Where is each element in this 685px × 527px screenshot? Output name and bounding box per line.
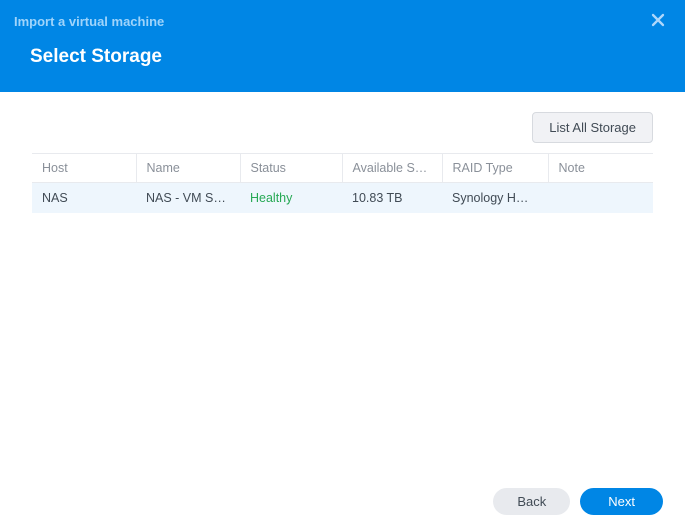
cell-status: Healthy: [240, 183, 342, 214]
cell-available: 10.83 TB: [342, 183, 442, 214]
cell-note: [548, 183, 653, 214]
table-header-row: Host Name Status Available S… RAID Type …: [32, 154, 653, 183]
dialog-header: Import a virtual machine Select Storage: [0, 0, 685, 92]
header-top-bar: Import a virtual machine: [0, 0, 685, 32]
col-header-available[interactable]: Available S…: [342, 154, 442, 183]
col-header-host[interactable]: Host: [32, 154, 136, 183]
cell-host: NAS: [32, 183, 136, 214]
col-header-status[interactable]: Status: [240, 154, 342, 183]
close-icon[interactable]: [647, 10, 669, 32]
back-button[interactable]: Back: [493, 488, 570, 515]
next-button[interactable]: Next: [580, 488, 663, 515]
dialog-title: Import a virtual machine: [14, 14, 164, 29]
list-all-storage-button[interactable]: List All Storage: [532, 112, 653, 143]
toolbar: List All Storage: [32, 112, 653, 143]
table-row[interactable]: NAS NAS - VM S… Healthy 10.83 TB Synolog…: [32, 183, 653, 214]
dialog-footer: Back Next: [0, 476, 685, 527]
page-heading: Select Storage: [0, 32, 685, 68]
content-area: List All Storage Host Name Status Availa…: [0, 92, 685, 213]
cell-raid: Synology H…: [442, 183, 548, 214]
col-header-note[interactable]: Note: [548, 154, 653, 183]
col-header-name[interactable]: Name: [136, 154, 240, 183]
col-header-raid[interactable]: RAID Type: [442, 154, 548, 183]
cell-name: NAS - VM S…: [136, 183, 240, 214]
storage-table: Host Name Status Available S… RAID Type …: [32, 153, 653, 213]
